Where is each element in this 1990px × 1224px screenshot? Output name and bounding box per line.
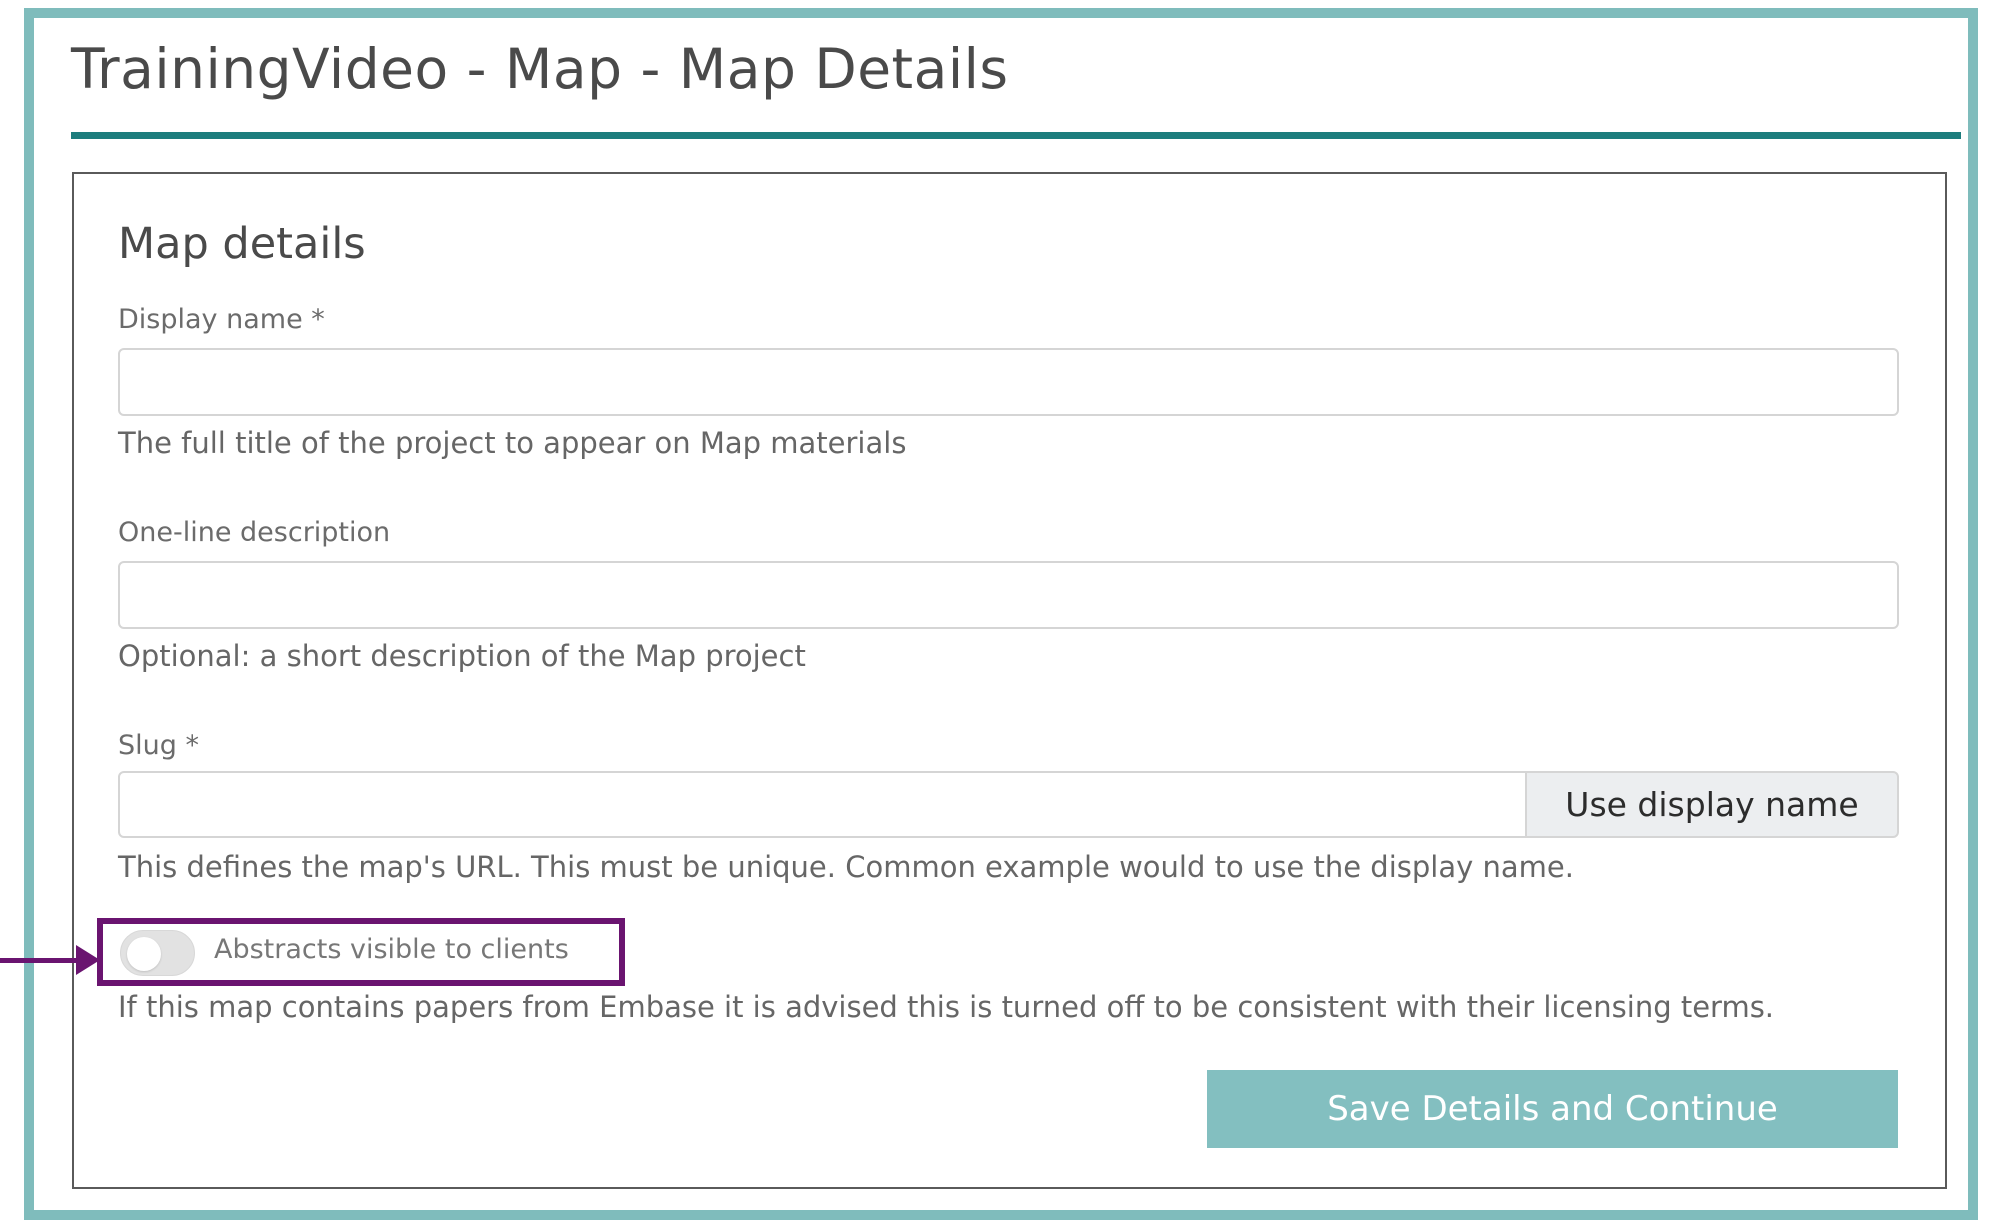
description-input[interactable]: [118, 561, 1899, 629]
abstracts-help: If this map contains papers from Embase …: [118, 990, 1775, 1024]
use-display-name-button[interactable]: Use display name: [1525, 771, 1899, 838]
display-name-input[interactable]: [118, 348, 1899, 416]
annotation-arrow-line: [0, 958, 84, 963]
map-details-card: [72, 172, 1947, 1189]
display-name-help: The full title of the project to appear …: [118, 426, 907, 460]
title-divider: [71, 132, 1961, 139]
slug-input[interactable]: [118, 771, 1527, 838]
save-details-button[interactable]: Save Details and Continue: [1207, 1070, 1898, 1148]
section-title: Map details: [118, 219, 366, 269]
description-help: Optional: a short description of the Map…: [118, 639, 806, 673]
annotation-highlight-box: [97, 918, 625, 986]
annotation-arrow-icon: [76, 945, 100, 975]
slug-help: This defines the map's URL. This must be…: [118, 850, 1574, 884]
description-label: One-line description: [118, 517, 391, 548]
display-name-label: Display name *: [118, 304, 325, 335]
page-title: TrainingVideo - Map - Map Details: [71, 37, 1009, 101]
slug-label: Slug *: [118, 730, 199, 761]
